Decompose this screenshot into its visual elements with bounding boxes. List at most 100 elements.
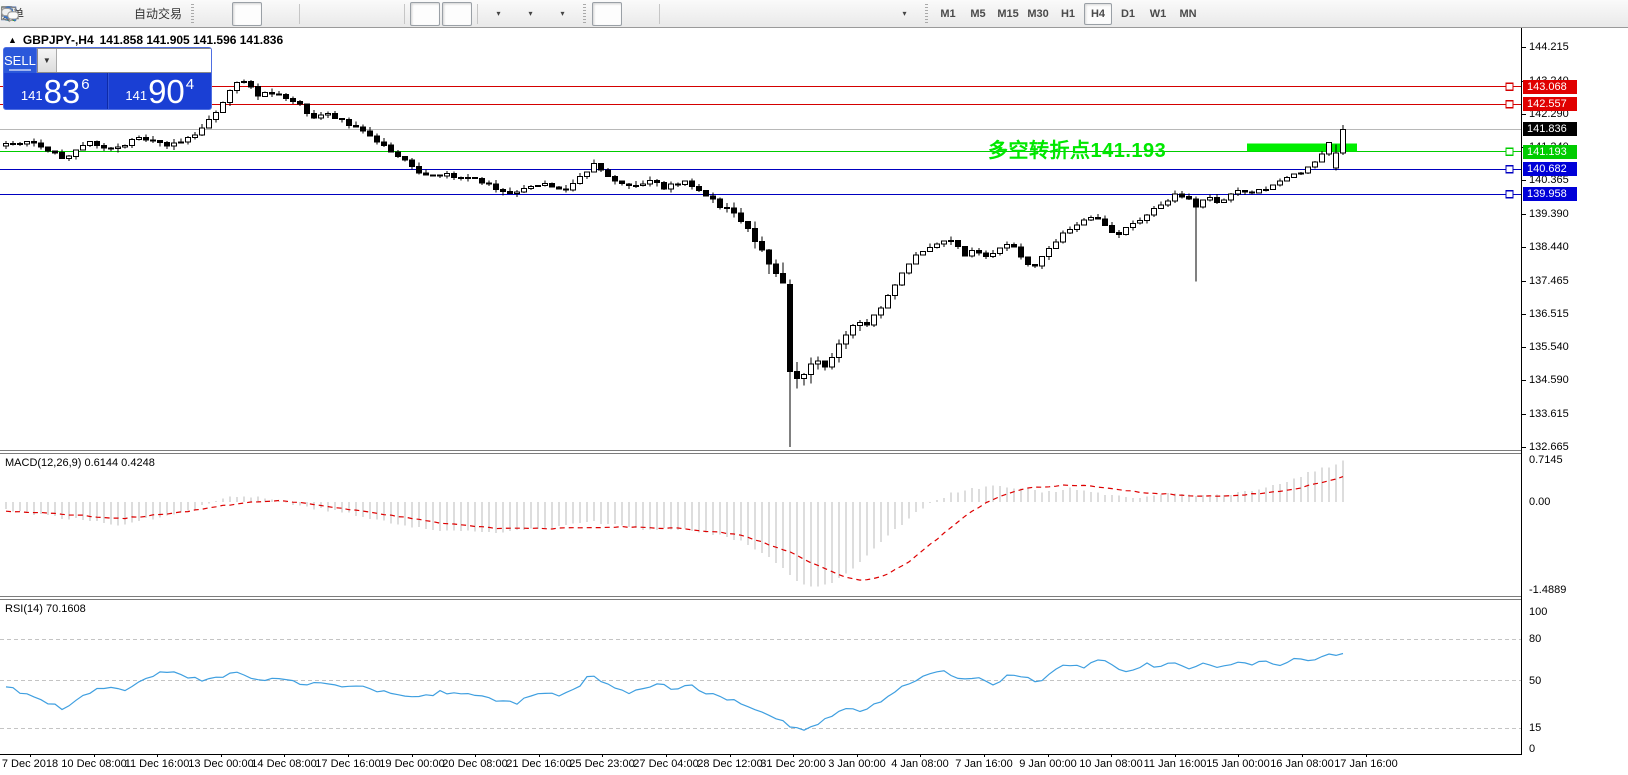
price-tick-mark xyxy=(1522,347,1526,348)
chart-shift-button[interactable] xyxy=(2,1,473,26)
price-tick-label: 135.540 xyxy=(1529,341,1569,353)
sell-underline xyxy=(8,69,32,71)
text-label-button[interactable]: T xyxy=(2,2,887,26)
price-tag: 142.557 xyxy=(1523,97,1577,111)
main-chart-canvas[interactable] xyxy=(0,28,1521,450)
auto-scroll-button[interactable] xyxy=(2,1,441,26)
price-tick-mark xyxy=(1522,114,1526,115)
time-tick-mark xyxy=(30,754,31,757)
candlestick-chart-button[interactable] xyxy=(1,1,263,26)
zoom-out-button[interactable] xyxy=(2,2,367,26)
search-icon[interactable] xyxy=(2,2,1547,26)
bar-chart-button[interactable] xyxy=(1,2,230,26)
toolbar-grip[interactable] xyxy=(925,3,929,24)
symbol-label: GBPJPY-,H4 xyxy=(22,33,94,47)
price-tick-mark xyxy=(1522,447,1526,448)
price-tag: 141.193 xyxy=(1523,145,1577,159)
time-tick-mark xyxy=(412,754,413,757)
time-tick-label: 11 Dec 16:00 xyxy=(124,758,190,770)
toolbar-grip[interactable] xyxy=(583,3,587,24)
toolbar-separator xyxy=(404,3,406,24)
timeframe-button-d1[interactable]: D1 xyxy=(1114,3,1142,25)
buy-price[interactable]: 141 90 4 xyxy=(107,73,212,109)
price-tick-label: 137.465 xyxy=(1529,275,1569,287)
rsi-label: RSI(14) 70.1608 xyxy=(5,603,86,615)
price-axis[interactable]: 144.215143.240142.290141.340140.365139.3… xyxy=(1522,28,1628,755)
auto-trading-button[interactable]: 自动交易 xyxy=(1,2,185,26)
timeframe-button-m1[interactable]: M1 xyxy=(934,3,962,25)
time-tick-label: 4 Jan 08:00 xyxy=(891,758,949,770)
indicator-scale-label: 50 xyxy=(1529,675,1542,687)
text-button[interactable]: A xyxy=(4,2,855,26)
zoom-in-button[interactable] xyxy=(2,2,335,26)
price-tag: 139.958 xyxy=(1523,187,1577,201)
toolbar-separator xyxy=(299,3,301,24)
time-axis[interactable]: 7 Dec 2018 10 Dec 08:00 11 Dec 16:00 13 Dec… xyxy=(0,754,1628,775)
time-tick-mark xyxy=(666,754,667,757)
price-tick-label: 136.515 xyxy=(1529,308,1569,320)
price-tag: 143.068 xyxy=(1523,80,1577,94)
equidistant-channel-button[interactable]: E xyxy=(1,2,791,26)
time-tick-mark xyxy=(221,754,222,757)
price-tag: 140.682 xyxy=(1523,162,1577,176)
time-tick-mark xyxy=(1048,754,1049,757)
line-chart-button[interactable] xyxy=(1,2,294,26)
pivot-annotation-text[interactable]: 多空转折点141.193 xyxy=(988,134,1166,163)
timeframe-button-h4[interactable]: H4 xyxy=(1084,2,1113,25)
indicators-button[interactable]: ▾ xyxy=(1,2,513,26)
timeframe-button-w1[interactable]: W1 xyxy=(1144,3,1172,25)
horizontal-line-button[interactable] xyxy=(2,2,727,26)
timeframe-button-h1[interactable]: H1 xyxy=(1054,3,1082,25)
templates-button[interactable]: ▾ xyxy=(1,2,577,26)
time-tick-label: 17 Jan 16:00 xyxy=(1334,758,1398,770)
timeframe-button-m30[interactable]: M30 xyxy=(1024,3,1052,25)
price-tag: 141.836 xyxy=(1523,122,1577,136)
notes-icon[interactable] xyxy=(2,2,65,26)
time-tick-mark xyxy=(857,754,858,757)
community-icon[interactable] xyxy=(1,2,97,26)
buy-price-sup: 4 xyxy=(185,76,195,93)
price-tick-label: 139.390 xyxy=(1529,208,1569,220)
time-tick-label: 11 Jan 16:00 xyxy=(1143,758,1207,770)
chevron-down-icon: ▾ xyxy=(902,9,907,18)
time-tick-mark xyxy=(1366,754,1367,757)
rsi-pane-canvas[interactable] xyxy=(0,600,1521,754)
time-tick-mark xyxy=(1111,754,1112,757)
price-tick-label: 138.440 xyxy=(1529,241,1569,253)
sell-label: SELL xyxy=(4,53,36,68)
price-tick-mark xyxy=(1522,380,1526,381)
time-tick-mark xyxy=(1302,754,1303,757)
indicator-scale-label: 80 xyxy=(1529,633,1542,645)
fibonacci-button[interactable]: F xyxy=(2,2,823,26)
trendline-button[interactable] xyxy=(2,2,759,26)
crosshair-button[interactable] xyxy=(1,2,654,26)
vertical-line-button[interactable] xyxy=(7,2,695,26)
chat-icon[interactable] xyxy=(1,2,1579,26)
signal-icon[interactable] xyxy=(1,2,129,26)
periods-button[interactable]: ▾ xyxy=(1,2,545,26)
collapse-triangle-icon[interactable]: ▲ xyxy=(8,35,17,45)
price-tick-mark xyxy=(1522,47,1526,48)
time-tick-label: 17 Dec 16:00 xyxy=(315,758,381,770)
timeframe-button-mn[interactable]: MN xyxy=(1174,3,1202,25)
chevron-down-icon: ▾ xyxy=(528,9,533,18)
time-tick-label: 20 Dec 08:00 xyxy=(442,758,508,770)
macd-label: MACD(12,26,9) 0.6144 0.4248 xyxy=(5,457,155,469)
volume-input[interactable] xyxy=(56,49,211,72)
tile-windows-button[interactable] xyxy=(1,2,399,26)
timeframe-group: M1 M5 M15 M30 H1 H4 D1 W1 MN xyxy=(933,2,1203,25)
timeframe-button-m15[interactable]: M15 xyxy=(994,3,1022,25)
timeframe-button-m5[interactable]: M5 xyxy=(964,3,992,25)
time-tick-label: 21 Dec 16:00 xyxy=(506,758,572,770)
sell-price-sup: 6 xyxy=(81,76,90,93)
sell-price[interactable]: 141 83 6 xyxy=(4,73,108,109)
toolbar-grip[interactable] xyxy=(191,3,195,24)
volume-decrease-button[interactable]: ▼ xyxy=(37,49,57,72)
time-tick-mark xyxy=(1175,754,1176,757)
macd-pane-canvas[interactable] xyxy=(0,454,1521,596)
arrows-button[interactable]: ▾ xyxy=(3,2,919,26)
time-tick-label: 19 Dec 00:00 xyxy=(379,758,445,770)
sell-button[interactable]: SELL xyxy=(4,48,37,73)
indicator-scale-label: 15 xyxy=(1529,722,1542,734)
cursor-button[interactable] xyxy=(4,1,623,26)
